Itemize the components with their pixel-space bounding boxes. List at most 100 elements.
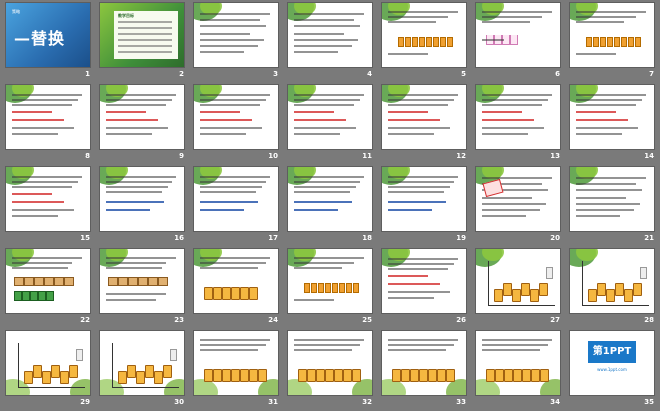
slide-thumbnail-3[interactable]: 3 (189, 1, 283, 83)
cup-icon (304, 283, 310, 293)
slide-thumbnail-7[interactable]: 7 (565, 1, 659, 83)
slide-preview[interactable] (100, 85, 184, 149)
slide-thumbnail-2[interactable]: 教学目标 2 (95, 1, 189, 83)
slide-thumbnail-23[interactable]: 23 (95, 247, 189, 329)
text-line (388, 11, 458, 13)
slide-thumbnail-29[interactable]: 29 (1, 329, 95, 411)
slide-thumbnail-32[interactable]: 32 (283, 329, 377, 411)
slide-thumbnail-12[interactable]: 12 (377, 83, 471, 165)
text-line (388, 111, 428, 113)
slide-number: 12 (456, 152, 466, 160)
slide-preview[interactable] (570, 167, 654, 231)
cup-icon (332, 283, 338, 293)
slide-thumbnail-33[interactable]: 33 (377, 329, 471, 411)
box-icon (54, 277, 64, 286)
slide-preview[interactable] (6, 331, 90, 395)
slide-thumbnail-6[interactable]: 6 (471, 1, 565, 83)
text-line (482, 344, 548, 346)
slide-preview[interactable]: 策略 —替换 (6, 3, 90, 67)
text-line (294, 13, 364, 15)
slide-thumbnail-13[interactable]: 13 (471, 83, 565, 165)
slide-thumbnail-11[interactable]: 11 (283, 83, 377, 165)
slide-preview[interactable] (100, 249, 184, 313)
slide-thumbnail-1[interactable]: 策略 —替换 1 (1, 1, 95, 83)
slide-preview[interactable] (570, 249, 654, 313)
slide-thumbnail-30[interactable]: 30 (95, 329, 189, 411)
slide-thumbnail-24[interactable]: 24 (189, 247, 283, 329)
jar-icon (127, 365, 136, 378)
slide-thumbnail-4[interactable]: 4 (283, 1, 377, 83)
slide-thumbnail-15[interactable]: 15 (1, 165, 95, 247)
slide-thumbnail-18[interactable]: 18 (283, 165, 377, 247)
slide-preview[interactable] (6, 167, 90, 231)
slide-thumbnail-9[interactable]: 9 (95, 83, 189, 165)
slide-thumbnail-25[interactable]: 25 (283, 247, 377, 329)
slide-preview[interactable] (6, 85, 90, 149)
slide-thumbnail-22[interactable]: 22 (1, 247, 95, 329)
slide-preview[interactable] (194, 85, 278, 149)
slide-thumbnail-17[interactable]: 17 (189, 165, 283, 247)
slide-preview[interactable] (570, 3, 654, 67)
text-line (106, 127, 168, 129)
slide-thumbnail-35[interactable]: 第1PPT www.1ppt.com 35 (565, 329, 659, 411)
slide-preview[interactable] (382, 3, 466, 67)
slide-thumbnail-26[interactable]: 26 (377, 247, 471, 329)
text-line (106, 133, 152, 135)
slide-preview[interactable] (194, 167, 278, 231)
slide-thumbnail-34[interactable]: 34 (471, 329, 565, 411)
slide-thumbnail-10[interactable]: 10 (189, 83, 283, 165)
slide-preview[interactable] (288, 3, 372, 67)
slide-preview[interactable]: 教学目标 (100, 3, 184, 67)
slide-preview[interactable] (382, 85, 466, 149)
slide-preview[interactable] (288, 167, 372, 231)
slide-preview[interactable] (476, 3, 560, 67)
slide-preview[interactable] (476, 167, 560, 231)
slide-preview[interactable] (100, 331, 184, 395)
text-line (200, 94, 270, 96)
slide-thumbnail-5[interactable]: 5 (377, 1, 471, 83)
text-line (294, 39, 358, 41)
slide-preview[interactable] (382, 331, 466, 395)
slide-number: 10 (268, 152, 278, 160)
slide-preview[interactable]: 第1PPT www.1ppt.com (570, 331, 654, 395)
crate-icon (46, 291, 54, 301)
jar-icon (530, 289, 539, 302)
slide-thumbnail-28[interactable]: 28 (565, 247, 659, 329)
slide-preview[interactable] (6, 249, 90, 313)
slide-thumbnail-31[interactable]: 31 (189, 329, 283, 411)
text-line (106, 176, 176, 178)
slide-preview[interactable] (194, 3, 278, 67)
slide-preview[interactable] (194, 249, 278, 313)
slide-preview[interactable] (382, 167, 466, 231)
text-line (388, 94, 458, 96)
slide-thumbnail-21[interactable]: 21 (565, 165, 659, 247)
slide-preview[interactable] (194, 331, 278, 395)
text-line (482, 197, 532, 199)
jar-icon (213, 369, 222, 382)
slide-thumbnail-8[interactable]: 8 (1, 83, 95, 165)
slide-preview[interactable] (476, 249, 560, 313)
text-line (200, 267, 258, 269)
slide-preview[interactable] (288, 331, 372, 395)
slide-number: 18 (362, 234, 372, 242)
slide-preview[interactable] (288, 249, 372, 313)
cup-icon (398, 37, 404, 47)
slide-preview[interactable] (382, 249, 466, 313)
slide-thumbnail-27[interactable]: 27 (471, 247, 565, 329)
slide-number: 1 (85, 70, 90, 78)
text-line (200, 349, 258, 351)
slide-preview[interactable] (100, 167, 184, 231)
jar-icon (521, 283, 530, 296)
slide-thumbnail-16[interactable]: 16 (95, 165, 189, 247)
jar-icon (531, 369, 540, 382)
slide-number: 32 (362, 398, 372, 406)
slide-thumbnail-14[interactable]: 14 (565, 83, 659, 165)
slide-thumbnail-19[interactable]: 19 (377, 165, 471, 247)
text-line (482, 349, 540, 351)
slide-preview[interactable] (288, 85, 372, 149)
slide-preview[interactable] (476, 331, 560, 395)
slide-thumbnail-20[interactable]: 20 (471, 165, 565, 247)
slide-preview[interactable] (570, 85, 654, 149)
slide-preview[interactable] (476, 85, 560, 149)
text-line (388, 339, 458, 341)
